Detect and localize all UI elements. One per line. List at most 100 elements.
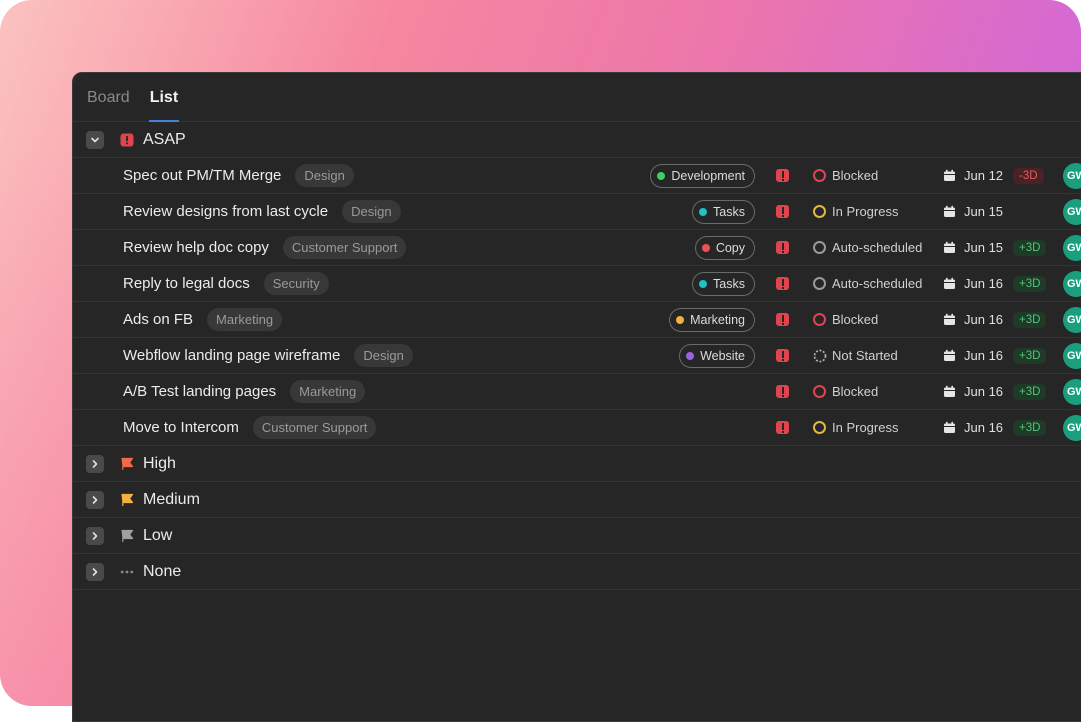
task-label[interactable]: Customer Support bbox=[252, 416, 377, 439]
group-title: High bbox=[143, 454, 176, 472]
chevron-right-icon[interactable] bbox=[86, 454, 104, 473]
status-field[interactable]: Auto-scheduled bbox=[813, 276, 922, 291]
avatar[interactable]: GW bbox=[1063, 198, 1081, 225]
flag-gray-icon bbox=[120, 529, 134, 543]
table-row[interactable]: Ads on FB Marketing Marketing Blocked Jun 16… bbox=[73, 302, 1081, 338]
task-label[interactable]: Marketing bbox=[207, 308, 283, 331]
project-name: Tasks bbox=[713, 204, 745, 219]
priority-urgent-icon[interactable] bbox=[776, 385, 789, 398]
status-field[interactable]: Auto-scheduled bbox=[813, 240, 922, 255]
project-chip[interactable]: Marketing bbox=[669, 307, 755, 332]
urgent-icon bbox=[120, 133, 134, 147]
avatar[interactable]: GW bbox=[1063, 342, 1081, 369]
project-dot-icon bbox=[701, 243, 710, 252]
calendar-icon bbox=[943, 241, 956, 254]
due-date[interactable]: Jun 12 bbox=[943, 168, 1003, 183]
table-row[interactable]: Spec out PM/TM Merge Design Development Blo… bbox=[73, 158, 1081, 194]
status-icon bbox=[813, 205, 826, 218]
table-row[interactable]: Move to Intercom Customer Support In Progr… bbox=[73, 410, 1081, 446]
avatar[interactable]: GW bbox=[1063, 162, 1081, 189]
task-title[interactable]: Ads on FB bbox=[123, 311, 193, 328]
calendar-icon bbox=[943, 205, 956, 218]
project-name: Development bbox=[671, 168, 745, 183]
group-header-asap[interactable]: ASAP bbox=[73, 122, 1081, 158]
table-row[interactable]: Reply to legal docs Security Tasks Auto-sch… bbox=[73, 266, 1081, 302]
tab-list[interactable]: List bbox=[148, 89, 180, 122]
due-date[interactable]: Jun 16 bbox=[943, 420, 1003, 435]
priority-urgent-icon[interactable] bbox=[776, 313, 789, 326]
status-text: Blocked bbox=[832, 312, 879, 327]
priority-urgent-icon[interactable] bbox=[776, 349, 789, 362]
status-text: Not Started bbox=[832, 348, 898, 363]
priority-urgent-icon[interactable] bbox=[776, 241, 789, 254]
chevron-down-icon[interactable] bbox=[86, 130, 104, 149]
avatar[interactable]: GW bbox=[1063, 270, 1081, 297]
tab-board[interactable]: Board bbox=[87, 89, 130, 121]
calendar-icon bbox=[943, 385, 956, 398]
status-field[interactable]: In Progress bbox=[813, 204, 898, 219]
group-title: Medium bbox=[143, 490, 200, 508]
chevron-right-icon[interactable] bbox=[86, 562, 104, 581]
group-header-medium[interactable]: Medium bbox=[73, 482, 1081, 518]
status-field[interactable]: Blocked bbox=[813, 384, 878, 399]
due-date[interactable]: Jun 16 bbox=[943, 348, 1003, 363]
due-date[interactable]: Jun 15 bbox=[943, 240, 1003, 255]
project-chip[interactable]: Development bbox=[650, 163, 755, 188]
priority-urgent-icon[interactable] bbox=[776, 169, 789, 182]
task-title[interactable]: Spec out PM/TM Merge bbox=[123, 167, 281, 184]
due-date[interactable]: Jun 16 bbox=[943, 276, 1003, 291]
status-field[interactable]: Not Started bbox=[813, 348, 898, 363]
task-title[interactable]: Review designs from last cycle bbox=[123, 203, 328, 220]
task-title[interactable]: Move to Intercom bbox=[123, 419, 239, 436]
status-field[interactable]: Blocked bbox=[813, 312, 878, 327]
task-label[interactable]: Design bbox=[295, 164, 354, 187]
table-row[interactable]: Review designs from last cycle Design Task… bbox=[73, 194, 1081, 230]
task-label[interactable]: Design bbox=[354, 344, 413, 367]
task-label[interactable]: Marketing bbox=[290, 380, 366, 403]
due-date-text: Jun 16 bbox=[964, 348, 1004, 363]
project-name: Tasks bbox=[713, 276, 745, 291]
status-text: In Progress bbox=[832, 420, 899, 435]
task-title[interactable]: Webflow landing page wireframe bbox=[123, 347, 340, 364]
date-delta-badge: +3D bbox=[1013, 239, 1047, 256]
flag-yellow-icon bbox=[120, 493, 134, 507]
group-header-none[interactable]: None bbox=[73, 554, 1081, 590]
group-header-high[interactable]: High bbox=[73, 446, 1081, 482]
avatar[interactable]: GW bbox=[1063, 306, 1081, 333]
task-title[interactable]: Reply to legal docs bbox=[123, 275, 250, 292]
table-row[interactable]: Webflow landing page wireframe Design Webs… bbox=[73, 338, 1081, 374]
project-chip[interactable]: Website bbox=[679, 343, 755, 368]
priority-urgent-icon[interactable] bbox=[776, 421, 789, 434]
table-row[interactable]: A/B Test landing pages Marketing Blocked Ju… bbox=[73, 374, 1081, 410]
task-label[interactable]: Customer Support bbox=[282, 236, 407, 259]
project-chip[interactable]: Copy bbox=[694, 235, 755, 260]
status-icon bbox=[813, 277, 826, 290]
avatar[interactable]: GW bbox=[1063, 414, 1081, 441]
project-dot-icon bbox=[686, 351, 695, 360]
status-icon bbox=[813, 241, 826, 254]
priority-urgent-icon[interactable] bbox=[776, 205, 789, 218]
task-title[interactable]: Review help doc copy bbox=[123, 239, 269, 256]
dots-icon bbox=[120, 565, 134, 579]
chevron-right-icon[interactable] bbox=[86, 526, 104, 545]
avatar[interactable]: GW bbox=[1063, 378, 1081, 405]
chevron-right-icon[interactable] bbox=[86, 490, 104, 509]
task-list-panel: Board List ASAP Spec out PM/TM Merge Desig… bbox=[72, 72, 1081, 722]
due-date-text: Jun 16 bbox=[964, 420, 1004, 435]
group-header-low[interactable]: Low bbox=[73, 518, 1081, 554]
date-delta-badge: -3D bbox=[1013, 167, 1044, 184]
project-chip[interactable]: Tasks bbox=[692, 271, 755, 296]
due-date[interactable]: Jun 15 bbox=[943, 204, 1003, 219]
task-title[interactable]: A/B Test landing pages bbox=[123, 383, 276, 400]
status-field[interactable]: Blocked bbox=[813, 168, 878, 183]
task-label[interactable]: Security bbox=[263, 272, 329, 295]
project-chip[interactable]: Tasks bbox=[692, 199, 755, 224]
due-date[interactable]: Jun 16 bbox=[943, 312, 1003, 327]
due-date-text: Jun 15 bbox=[964, 204, 1004, 219]
priority-urgent-icon[interactable] bbox=[776, 277, 789, 290]
status-field[interactable]: In Progress bbox=[813, 420, 898, 435]
due-date[interactable]: Jun 16 bbox=[943, 384, 1003, 399]
avatar[interactable]: GW bbox=[1063, 234, 1081, 261]
table-row[interactable]: Review help doc copy Customer Support Copy… bbox=[73, 230, 1081, 266]
task-label[interactable]: Design bbox=[342, 200, 401, 223]
